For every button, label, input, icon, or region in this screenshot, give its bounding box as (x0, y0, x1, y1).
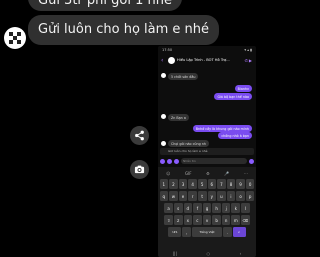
key-row-numbers: 1 2 3 4 5 6 7 8 9 0 (159, 179, 255, 189)
key[interactable]: e (178, 191, 188, 201)
key[interactable]: w (169, 191, 178, 201)
key[interactable]: z (173, 215, 183, 225)
mic-icon[interactable]: 🎤 (224, 171, 229, 176)
key[interactable]: q (159, 191, 169, 201)
key[interactable]: b (212, 215, 221, 225)
key[interactable]: h (212, 203, 221, 213)
shift-key[interactable]: ⇧ (164, 215, 173, 225)
phone-message: Giá bộ bạn thế nào (214, 93, 252, 100)
key[interactable]: g (202, 203, 212, 213)
key[interactable]: a (164, 203, 173, 213)
key[interactable]: j (221, 203, 231, 213)
home-icon[interactable]: ○ (206, 251, 210, 256)
key[interactable]: 0 (245, 179, 255, 189)
key[interactable]: r (188, 191, 197, 201)
phone-message: 5 chốt sản đầu (168, 73, 199, 80)
key-row-1: q w e r t y u i o p (159, 191, 255, 201)
key[interactable]: 4 (188, 179, 197, 189)
chat-header: ‹ Hiếu Lập Trình - BOT Hỗ Trợ... ✆▶ (158, 54, 256, 66)
key-row-3: ⇧ z x c v b n m ⌫ (159, 215, 255, 225)
key[interactable]: s (173, 203, 183, 213)
outer-avatar[interactable] (4, 27, 26, 49)
phone-screenshot[interactable]: 17:50 ▾ ▴ ▮ ‹ Hiếu Lập Trình - BOT Hỗ Tr… (158, 46, 256, 257)
key[interactable]: c (193, 215, 202, 225)
gif-button[interactable]: GIF (185, 171, 192, 176)
keyboard-toolbar: ☺ GIF ⚙ 🎤 ⋯ (159, 169, 255, 177)
comma-key[interactable]: , (182, 227, 191, 237)
key[interactable]: 9 (236, 179, 245, 189)
camera-small-icon[interactable] (167, 158, 172, 164)
phone-message: Zn Bạn a (168, 114, 189, 121)
image-icon[interactable] (174, 158, 179, 164)
phone-avatar (161, 141, 166, 146)
phone-message: chống nhỏ à bạn (218, 132, 252, 139)
symbols-key[interactable]: !#1 (168, 227, 182, 237)
space-key[interactable]: Tiếng Việt (192, 227, 222, 237)
share-icon (135, 130, 144, 141)
status-bar: 17:50 ▾ ▴ ▮ (162, 48, 252, 52)
phone-avatar (161, 73, 166, 78)
back-nav-icon[interactable]: ‹ (240, 251, 242, 256)
key[interactable]: m (231, 215, 241, 225)
phone-message: Chọi gói nào cũng nh (168, 140, 209, 147)
key[interactable]: 5 (197, 179, 207, 189)
nav-bar: ||| ○ ‹ (158, 251, 256, 256)
phone-avatar (161, 114, 166, 119)
status-time: 17:50 (162, 48, 173, 52)
like-icon[interactable] (249, 158, 254, 164)
status-icons: ▾ ▴ ▮ (244, 48, 252, 52)
key[interactable]: v (202, 215, 212, 225)
key[interactable]: f (193, 203, 202, 213)
avatar-logo-icon (9, 32, 21, 44)
header-actions-icon[interactable]: ✆▶ (245, 58, 253, 63)
more-icon[interactable]: ⋯ (244, 171, 248, 176)
key[interactable]: 7 (217, 179, 226, 189)
back-icon[interactable]: ‹ (161, 57, 166, 64)
period-key[interactable]: . (223, 227, 232, 237)
key[interactable]: u (217, 191, 226, 201)
keyboard: ☺ GIF ⚙ 🎤 ⋯ 1 2 3 4 5 6 7 8 9 0 q w e r … (158, 167, 256, 257)
outer-message-1: Gửi 3tr phí gói 1 nhé (28, 0, 182, 11)
header-avatar[interactable] (168, 56, 175, 64)
emoji-icon[interactable]: ☺ (166, 171, 170, 176)
key[interactable]: p (245, 191, 255, 201)
enter-key[interactable]: ↵ (232, 227, 246, 237)
key[interactable]: y (207, 191, 217, 201)
key[interactable]: o (236, 191, 245, 201)
key[interactable]: n (221, 215, 231, 225)
key-row-2: a s d f g h j k l (159, 203, 255, 213)
key[interactable]: x (183, 215, 193, 225)
key[interactable]: 3 (178, 179, 188, 189)
key[interactable]: k (231, 203, 241, 213)
key[interactable]: t (197, 191, 207, 201)
plus-icon[interactable] (160, 158, 165, 164)
share-button[interactable] (130, 126, 149, 145)
key[interactable]: 8 (226, 179, 236, 189)
key[interactable]: 6 (207, 179, 217, 189)
phone-message: Bianhv (234, 85, 252, 92)
recents-icon[interactable]: ||| (173, 251, 177, 256)
camera-button[interactable] (130, 160, 149, 179)
chat-title: Hiếu Lập Trình - BOT Hỗ Trợ... (177, 58, 230, 62)
key[interactable]: 2 (169, 179, 178, 189)
key[interactable]: l (241, 203, 250, 213)
backspace-key[interactable]: ⌫ (241, 215, 250, 225)
settings-icon[interactable]: ⚙ (206, 171, 210, 176)
reply-preview[interactable]: Giữ luôn cho họ làm e nhé (160, 148, 254, 155)
key-row-bottom: !#1 , Tiếng Việt . ↵ (159, 227, 255, 237)
camera-icon (134, 165, 145, 174)
key[interactable]: i (226, 191, 236, 201)
outer-message-2: Gửi luôn cho họ làm e nhé (28, 15, 220, 45)
composer-row: Nhắn tin (158, 156, 256, 166)
phone-message: Bnhở cầy là khung gói nào mình (192, 125, 252, 132)
key[interactable]: 1 (159, 179, 169, 189)
key[interactable]: d (183, 203, 193, 213)
message-input[interactable]: Nhắn tin (181, 158, 247, 164)
